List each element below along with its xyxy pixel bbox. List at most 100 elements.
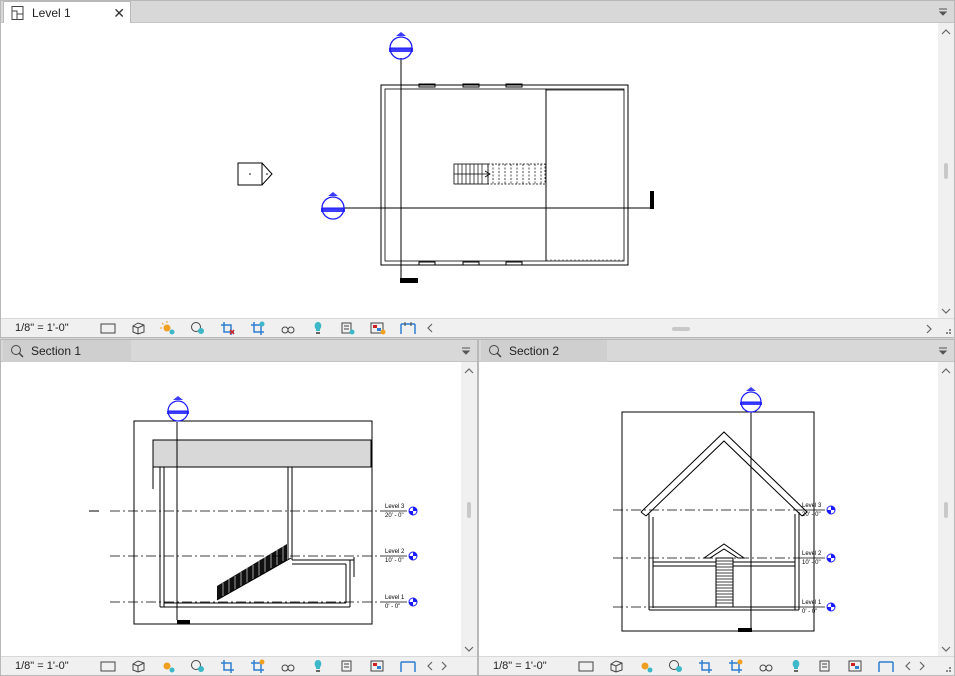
section1-tab-strip: Section 1	[1, 340, 477, 362]
level1-horizontal-scrollbar[interactable]	[444, 320, 936, 337]
temporary-hide-isolate-icon[interactable]	[751, 657, 781, 676]
resize-grip-icon[interactable]	[942, 325, 952, 335]
temporary-hide-isolate-icon[interactable]	[273, 657, 303, 676]
visual-style-icon[interactable]	[601, 657, 631, 676]
section1-view-pane: Section 1 Level 3 20' - 0" Level 2 10' -…	[0, 339, 478, 676]
temporary-view-properties-icon[interactable]	[333, 657, 363, 676]
shadows-icon[interactable]	[183, 657, 213, 676]
tab-level1-label: Level 1	[32, 5, 71, 20]
resize-grip-icon[interactable]	[942, 663, 952, 673]
temporary-hide-isolate-icon[interactable]	[273, 319, 303, 338]
sun-path-icon[interactable]	[153, 657, 183, 676]
section1-marker[interactable]	[389, 32, 418, 283]
show-crop-region-icon[interactable]	[721, 657, 751, 676]
sun-path-icon[interactable]	[631, 657, 661, 676]
section2-vertical-scrollbar[interactable]	[938, 362, 954, 658]
level-2-name: Level 2	[802, 551, 822, 557]
tab-section1-label: Section 1	[31, 344, 82, 358]
sun-path-icon[interactable]	[153, 319, 183, 338]
level1-tab-strip: Level 1 ✕	[1, 1, 954, 23]
crop-view-icon[interactable]	[213, 657, 243, 676]
scroll-thumb[interactable]	[944, 163, 948, 179]
analytical-model-icon[interactable]	[393, 319, 423, 338]
level-2-elevation: 10' - 0"	[385, 558, 404, 564]
section-view-icon	[487, 343, 503, 359]
level-1-elevation: 0' - 0"	[385, 604, 400, 610]
show-crop-region-icon[interactable]	[243, 657, 273, 676]
scroll-up-icon[interactable]	[941, 27, 951, 37]
shadows-icon[interactable]	[661, 657, 691, 676]
scroll-right-icon[interactable]	[437, 657, 451, 676]
level-3-elevation: 20' - 0"	[802, 512, 821, 518]
worksharing-display-icon[interactable]	[363, 657, 393, 676]
section1-vertical-scrollbar[interactable]	[461, 362, 477, 658]
worksharing-display-icon[interactable]	[363, 319, 393, 338]
level-tag-2[interactable]: Level 2 10' - 0"	[381, 549, 418, 564]
detail-level-icon[interactable]	[93, 319, 123, 338]
hscroll-thumb[interactable]	[672, 327, 690, 331]
level-3-elevation: 20' - 0"	[385, 513, 404, 519]
section2-marker[interactable]	[321, 191, 654, 220]
tab-section2[interactable]: Section 2	[481, 340, 607, 362]
level1-view-pane: Level 1 ✕ 1/8" = 1'-0"	[0, 0, 955, 338]
view-scale[interactable]: 1/8" = 1'-0"	[1, 322, 93, 334]
level-tag-2[interactable]: Level 2 10' - 0"	[799, 551, 836, 566]
scroll-left-icon[interactable]	[423, 319, 437, 338]
shadows-icon[interactable]	[183, 319, 213, 338]
reveal-hidden-elements-icon[interactable]	[781, 657, 811, 676]
level-3-name: Level 3	[802, 503, 822, 509]
tab-list-dropdown-icon[interactable]	[461, 346, 471, 356]
section-view-icon	[9, 343, 25, 359]
scroll-up-icon[interactable]	[941, 366, 951, 376]
stair-plan	[453, 163, 546, 185]
elevation-marker[interactable]	[237, 162, 273, 186]
scroll-down-icon[interactable]	[941, 644, 951, 654]
analytical-model-icon[interactable]	[871, 657, 901, 676]
scroll-thumb[interactable]	[944, 502, 948, 518]
level-tag-3[interactable]: Level 3 20' - 0"	[799, 503, 836, 518]
worksharing-display-icon[interactable]	[841, 657, 871, 676]
level-2-name: Level 2	[385, 549, 405, 555]
scroll-thumb[interactable]	[467, 502, 471, 518]
section2-view-control-bar: 1/8" = 1'-0"	[479, 656, 954, 675]
tab-list-dropdown-icon[interactable]	[938, 7, 948, 17]
scroll-left-icon[interactable]	[901, 657, 915, 676]
view-scale[interactable]: 1/8" = 1'-0"	[479, 660, 571, 672]
detail-level-icon[interactable]	[571, 657, 601, 676]
analytical-model-icon[interactable]	[393, 657, 423, 676]
scroll-up-icon[interactable]	[464, 366, 474, 376]
section-line-marker[interactable]	[167, 396, 190, 624]
scroll-right-icon[interactable]	[924, 324, 934, 334]
section-line-marker[interactable]	[738, 387, 762, 632]
level-2-elevation: 10' - 0"	[802, 560, 821, 566]
visual-style-icon[interactable]	[123, 319, 153, 338]
level-tag-1[interactable]: Level 1 0' - 0"	[381, 595, 418, 610]
section2-drawing-canvas[interactable]: Level 3 20' - 0" Level 2 10' - 0" Level …	[479, 362, 938, 658]
tab-list-dropdown-icon[interactable]	[938, 346, 948, 356]
scroll-left-icon[interactable]	[423, 657, 437, 676]
section1-view-control-bar: 1/8" = 1'-0"	[1, 656, 477, 675]
temporary-view-properties-icon[interactable]	[333, 319, 363, 338]
level1-vertical-scrollbar[interactable]	[938, 23, 954, 320]
level-tag-1[interactable]: Level 1 0' - 0"	[799, 600, 836, 615]
scroll-down-icon[interactable]	[464, 644, 474, 654]
detail-level-icon[interactable]	[93, 657, 123, 676]
reveal-hidden-elements-icon[interactable]	[303, 319, 333, 338]
close-icon[interactable]: ✕	[113, 5, 125, 22]
temporary-view-properties-icon[interactable]	[811, 657, 841, 676]
scroll-down-icon[interactable]	[941, 306, 951, 316]
stair-elevation	[702, 543, 746, 608]
tab-section1[interactable]: Section 1	[3, 340, 131, 362]
level1-drawing-canvas[interactable]	[1, 23, 938, 320]
tab-level1[interactable]: Level 1 ✕	[3, 1, 131, 23]
crop-view-icon[interactable]	[691, 657, 721, 676]
crop-view-icon[interactable]	[213, 319, 243, 338]
show-crop-region-icon[interactable]	[243, 319, 273, 338]
view-scale[interactable]: 1/8" = 1'-0"	[1, 660, 93, 672]
visual-style-icon[interactable]	[123, 657, 153, 676]
scroll-right-icon[interactable]	[915, 657, 929, 676]
level-tag-3[interactable]: Level 3 20' - 0"	[381, 504, 418, 519]
reveal-hidden-elements-icon[interactable]	[303, 657, 333, 676]
level-1-name: Level 1	[802, 600, 822, 606]
section1-drawing-canvas[interactable]: Level 3 20' - 0" Level 2 10' - 0" Level …	[1, 362, 461, 658]
